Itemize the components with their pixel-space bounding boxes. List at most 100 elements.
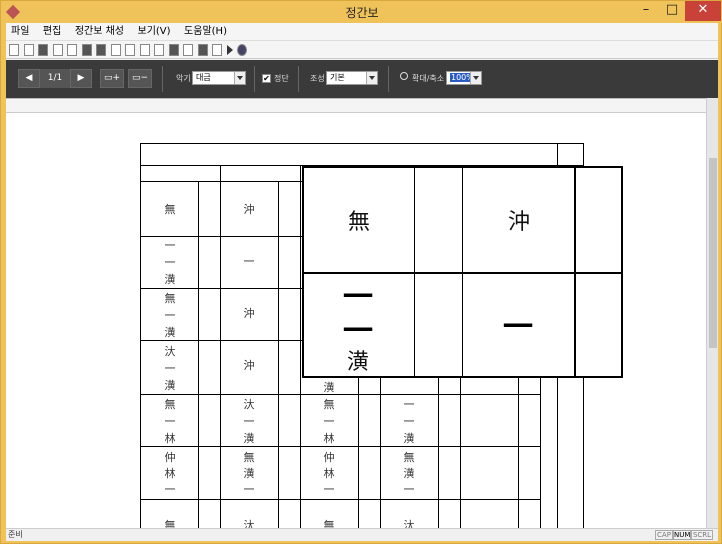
- scroll-thumb[interactable]: [709, 158, 717, 348]
- note[interactable]: 一: [161, 481, 179, 497]
- note[interactable]: 一: [161, 237, 179, 253]
- delete-icon[interactable]: [197, 44, 208, 56]
- close-button[interactable]: ✕: [685, 1, 721, 21]
- grid-line: [414, 168, 415, 376]
- grid-line: [278, 181, 279, 528]
- note[interactable]: 仲: [320, 449, 338, 465]
- grid2-icon[interactable]: [96, 44, 106, 56]
- document-area[interactable]: 無 一 一 潢 無 一 潢 汏 一 潢 無 一 林 仲 林 一 無 沖 一 沖: [6, 98, 706, 528]
- insert-icon[interactable]: [183, 44, 193, 56]
- zoom-note[interactable]: 一: [498, 302, 538, 346]
- note[interactable]: 汏: [400, 517, 418, 528]
- play-icon[interactable]: [226, 45, 233, 55]
- toolbar: [6, 41, 718, 59]
- instrument-label: 악기: [176, 74, 191, 83]
- note[interactable]: 汏: [161, 343, 179, 359]
- open-icon[interactable]: [23, 44, 34, 56]
- undo-icon[interactable]: [110, 44, 121, 56]
- note[interactable]: 無: [240, 449, 258, 465]
- title-bar[interactable]: 정간보 – □ ✕: [1, 1, 722, 23]
- note[interactable]: 潢: [161, 271, 179, 287]
- note[interactable]: 一: [161, 360, 179, 376]
- save-icon[interactable]: [38, 44, 48, 56]
- settings-icon[interactable]: [154, 44, 164, 56]
- next-page-button[interactable]: ▶: [70, 69, 92, 88]
- status-bar: 준비 CAP NUM SCRL: [6, 528, 718, 541]
- note[interactable]: 無: [320, 517, 338, 528]
- table-icon[interactable]: [168, 44, 179, 56]
- note[interactable]: 沖: [240, 305, 258, 321]
- note[interactable]: 無: [161, 290, 179, 306]
- grid-line: [300, 165, 301, 528]
- menu-help[interactable]: 도움말(H): [179, 23, 232, 41]
- note[interactable]: 潢: [400, 465, 418, 481]
- note[interactable]: 一: [320, 481, 338, 497]
- note[interactable]: 潢: [400, 430, 418, 446]
- note[interactable]: 一: [161, 413, 179, 429]
- separator: [162, 66, 163, 92]
- note[interactable]: 一: [400, 396, 418, 412]
- note[interactable]: 一: [240, 413, 258, 429]
- preview-icon[interactable]: [67, 44, 77, 56]
- note[interactable]: 沖: [240, 357, 258, 373]
- note[interactable]: 潢: [240, 465, 258, 481]
- note[interactable]: 潢: [161, 377, 179, 393]
- num-indicator: NUM: [673, 530, 691, 540]
- note[interactable]: 林: [161, 465, 179, 481]
- prev-page-button[interactable]: ◀: [18, 69, 40, 88]
- minimize-button[interactable]: –: [633, 1, 659, 21]
- note[interactable]: 林: [320, 465, 338, 481]
- note[interactable]: 仲: [161, 449, 179, 465]
- note[interactable]: 一: [240, 253, 258, 269]
- page-indicator: 1/1: [40, 69, 70, 88]
- zoom-note[interactable]: 無: [342, 204, 376, 236]
- key-select[interactable]: 기본: [326, 71, 378, 85]
- maximize-button[interactable]: □: [659, 1, 685, 21]
- instrument-select[interactable]: 대금: [192, 71, 246, 85]
- redo-icon[interactable]: [125, 44, 135, 56]
- menu-compose[interactable]: 정간보 채성: [70, 23, 129, 41]
- note[interactable]: 林: [320, 430, 338, 446]
- note[interactable]: 一: [161, 254, 179, 270]
- note[interactable]: 汏: [240, 517, 258, 528]
- menu-file[interactable]: 파일: [6, 23, 34, 41]
- add-page-button[interactable]: ▭+: [100, 69, 124, 88]
- list-icon[interactable]: [212, 44, 222, 56]
- zoom-select[interactable]: 100%: [446, 71, 482, 85]
- copy-icon[interactable]: [139, 44, 150, 56]
- note[interactable]: 無: [161, 201, 179, 217]
- menu-edit[interactable]: 편집: [38, 23, 66, 41]
- note[interactable]: 潢: [320, 379, 338, 395]
- grid-line: [557, 143, 583, 144]
- vertical-scrollbar[interactable]: [706, 98, 718, 528]
- menu-view[interactable]: 보기(V): [133, 23, 176, 41]
- note[interactable]: 汏: [240, 396, 258, 412]
- note[interactable]: 無: [161, 396, 179, 412]
- note[interactable]: 潢: [240, 430, 258, 446]
- window-title: 정간보: [345, 6, 379, 20]
- zoom-note[interactable]: 潢: [341, 344, 375, 376]
- new-icon[interactable]: [9, 44, 19, 56]
- note[interactable]: 林: [161, 430, 179, 446]
- note[interactable]: 一: [240, 481, 258, 497]
- separator: [388, 66, 389, 92]
- grid-icon[interactable]: [81, 44, 92, 56]
- grid-line: [220, 165, 221, 528]
- note[interactable]: 沖: [240, 201, 258, 217]
- jeongdan-checkbox[interactable]: ✔: [262, 74, 271, 83]
- note[interactable]: 一: [320, 413, 338, 429]
- note[interactable]: 一: [161, 307, 179, 323]
- grid-line: [140, 143, 141, 528]
- zoom-note[interactable]: 沖: [502, 204, 536, 236]
- note[interactable]: 一: [400, 413, 418, 429]
- print-icon[interactable]: [52, 44, 63, 56]
- grid-line: [574, 168, 576, 376]
- note[interactable]: 潢: [161, 324, 179, 340]
- remove-page-button[interactable]: ▭−: [128, 69, 152, 88]
- note[interactable]: 無: [161, 517, 179, 528]
- note[interactable]: 無: [400, 449, 418, 465]
- note[interactable]: 無: [320, 396, 338, 412]
- help-icon[interactable]: [237, 44, 247, 56]
- note[interactable]: 一: [400, 481, 418, 497]
- score-page: 無 一 一 潢 無 一 潢 汏 一 潢 無 一 林 仲 林 一 無 沖 一 沖: [6, 99, 706, 528]
